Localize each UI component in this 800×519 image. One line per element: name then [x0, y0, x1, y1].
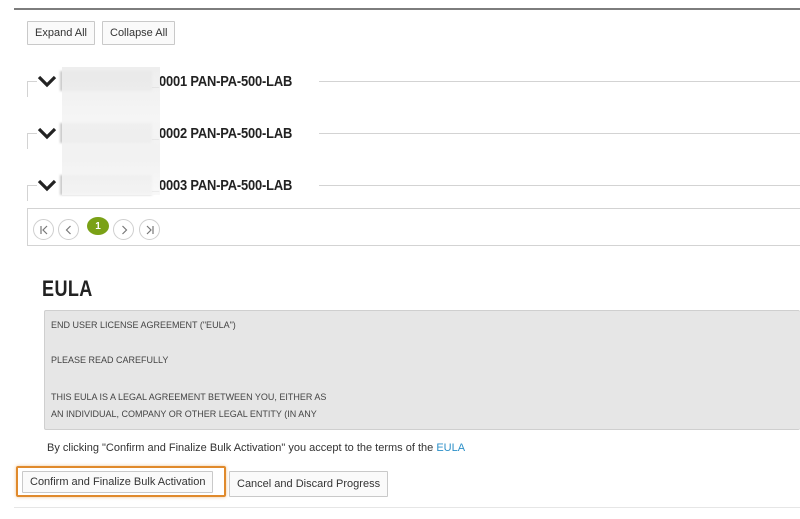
accept-terms-label: By clicking "Confirm and Finalize Bulk A… [47, 442, 437, 454]
collapse-all-button[interactable]: Collapse All [102, 21, 176, 45]
confirm-finalize-button[interactable]: Confirm and Finalize Bulk Activation [22, 471, 214, 493]
group-title: _0003 PAN-PA-500-LAB [152, 176, 293, 194]
expand-all-button[interactable]: Expand All [27, 21, 95, 45]
eula-line: AN INDIVIDUAL, COMPANY OR OTHER LEGAL EN… [51, 409, 317, 419]
current-page-badge[interactable]: 1 [87, 217, 109, 235]
last-page-icon[interactable] [139, 219, 160, 240]
eula-line: PLEASE READ CAREFULLY [51, 355, 169, 365]
group-title: _0002 PAN-PA-500-LAB [152, 124, 293, 142]
eula-heading: EULA [42, 276, 93, 301]
chevron-down-icon[interactable] [37, 125, 57, 141]
chevron-down-icon[interactable] [37, 73, 57, 89]
eula-line: END USER LICENSE AGREEMENT ("EULA") [51, 320, 236, 330]
prev-page-icon[interactable] [58, 219, 79, 240]
eula-text-area[interactable]: END USER LICENSE AGREEMENT ("EULA") PLEA… [44, 310, 800, 430]
redaction-overlay [62, 67, 160, 195]
first-page-icon[interactable] [33, 219, 54, 240]
accept-terms-text: By clicking "Confirm and Finalize Bulk A… [47, 442, 465, 454]
group-title: _0001 PAN-PA-500-LAB [152, 72, 293, 90]
eula-line: THIS EULA IS A LEGAL AGREEMENT BETWEEN Y… [51, 392, 327, 402]
cancel-discard-button[interactable]: Cancel and Discard Progress [229, 471, 389, 497]
eula-link[interactable]: EULA [436, 442, 465, 454]
chevron-down-icon[interactable] [37, 177, 57, 193]
next-page-icon[interactable] [113, 219, 134, 240]
bottom-divider [14, 507, 800, 508]
top-divider [14, 8, 800, 10]
